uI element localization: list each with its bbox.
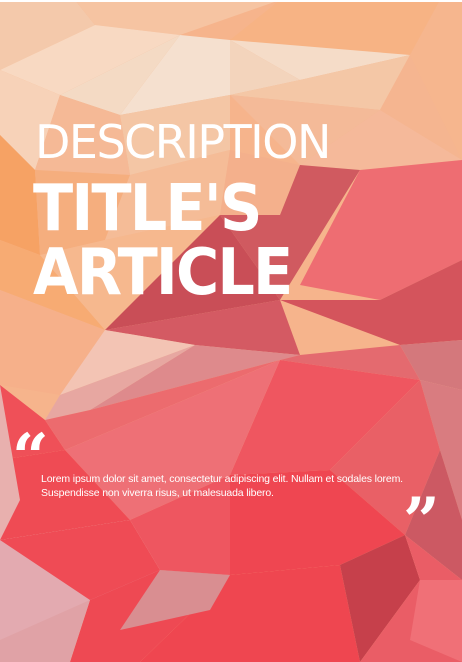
low-poly-background [0,0,462,662]
top-edge [0,0,462,2]
article-cover: DESCRIPTION TITLE'S ARTICLE “ Lorem ipsu… [0,0,462,662]
article-description-heading: DESCRIPTION [35,115,331,169]
article-title-line-1: TITLE'S [33,172,262,246]
close-quote-icon: ” [403,484,440,559]
article-title: TITLE'S ARTICLE [33,172,293,310]
article-excerpt: Lorem ipsum dolor sit amet, consectetur … [41,473,403,499]
article-title-line-2: ARTICLE [33,236,293,310]
